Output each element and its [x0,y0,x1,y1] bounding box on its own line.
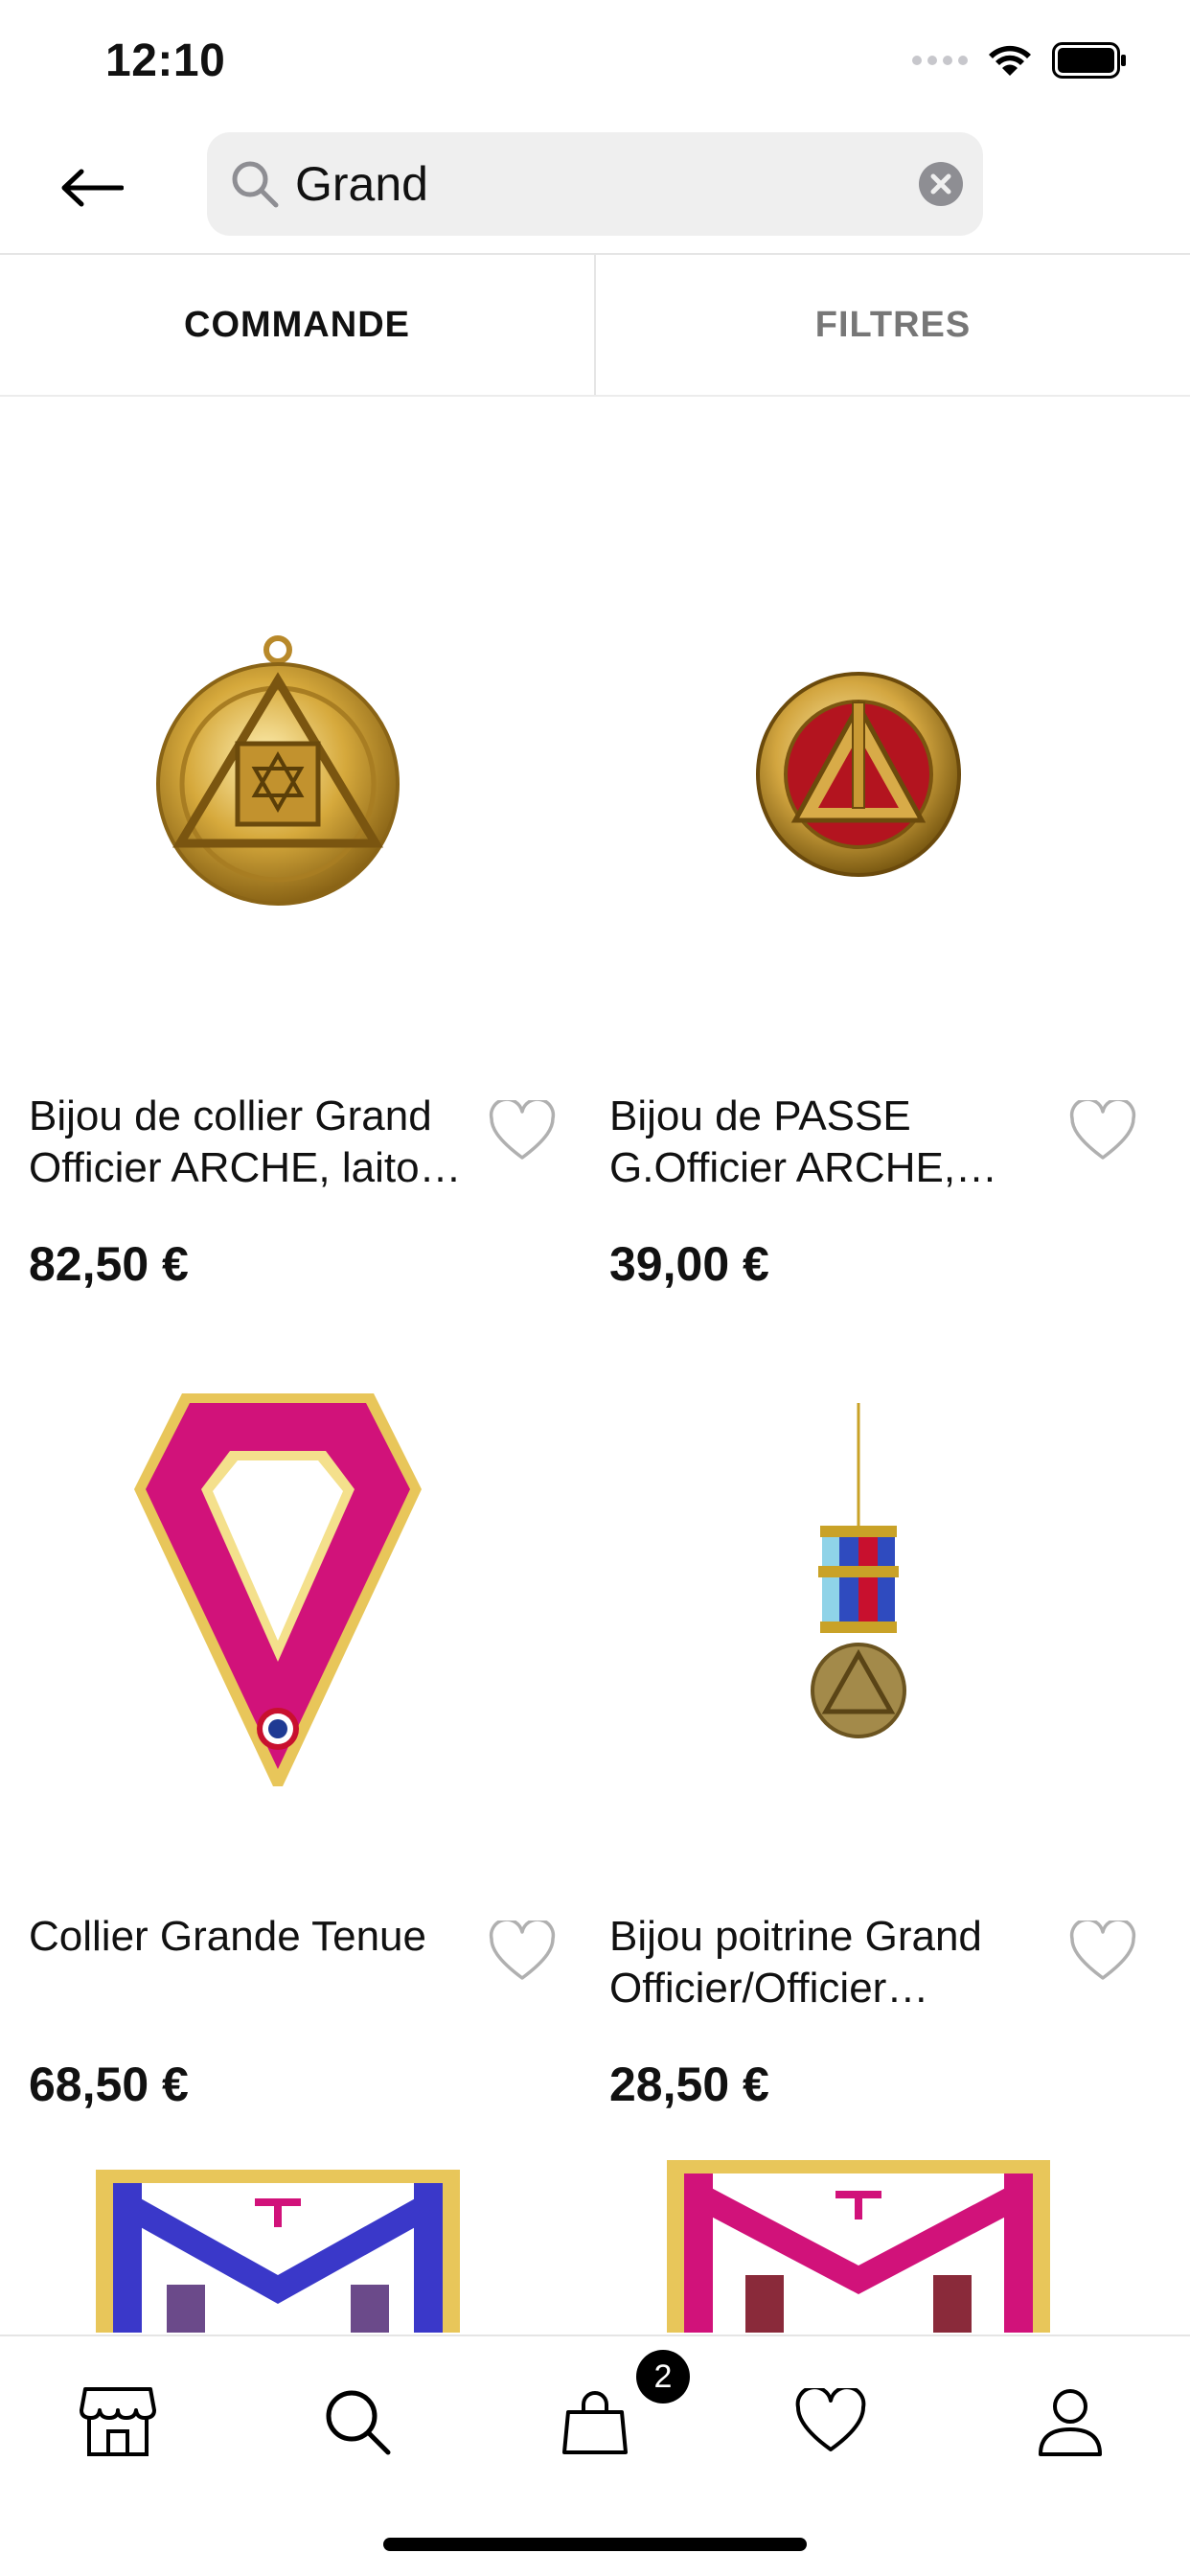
pink-collar-image [134,1393,422,1786]
search-input[interactable] [295,132,908,236]
status-bar: 12:10 [0,0,1190,125]
product-grid: Bijou de collier Grand Officier ARCHE, l… [0,397,1190,2333]
blue-apron-image [96,2170,460,2333]
product-price: 39,00 € [609,1237,769,1291]
product-image[interactable] [0,496,556,1052]
back-button[interactable] [57,153,126,222]
product-card[interactable] [581,2141,1161,2333]
product-card[interactable]: Collier Grande Tenue 68,50 € [0,1317,581,2111]
status-icons [912,42,1129,79]
product-price: 28,50 € [609,2058,769,2111]
tab-filtres[interactable]: FILTRES [596,255,1190,395]
search-icon [326,2390,391,2455]
product-image[interactable] [581,496,1136,1052]
cellular-signal-icon [912,56,968,65]
breast-jewel-image [811,1403,906,1738]
arrow-left-icon [61,169,124,207]
search-results-screen: 12:10 Grand COMMANDE FILTRES Bijou de co… [0,0,1190,2576]
product-title[interactable]: Collier Grande Tenue [29,1911,479,1963]
wifi-icon [989,45,1031,76]
product-image[interactable] [0,1317,556,1873]
product-card[interactable]: Bijou poitrine Grand Officier/Officier P… [581,1317,1161,2111]
product-image[interactable] [581,2141,1136,2333]
product-image[interactable] [0,2141,556,2333]
heart-icon [795,2388,866,2451]
product-price: 82,50 € [29,1237,189,1291]
search-field[interactable] [207,132,983,236]
sort-filter-tabs: COMMANDE FILTRES [0,255,1190,397]
product-image[interactable] [581,1317,1136,1873]
product-title[interactable]: Bijou de PASSE G.Officier ARCHE, laiton … [609,1091,1060,1194]
status-time: 12:10 [105,35,226,86]
nav-favorites[interactable] [788,2379,874,2465]
red-gold-badge-image [756,672,961,877]
product-card[interactable]: Bijou de collier Grand Officier ARCHE, l… [0,496,581,1291]
product-card[interactable] [0,2141,581,2333]
battery-icon [1052,42,1126,79]
cart-count-badge: 2 [636,2350,690,2404]
search-icon [232,161,279,208]
search-header [0,125,1190,255]
favorite-heart-icon[interactable] [489,1920,556,1984]
bag-icon [562,2391,628,2454]
shop-icon [80,2387,156,2456]
favorite-heart-icon[interactable] [1069,1920,1136,1984]
product-title[interactable]: Bijou poitrine Grand Officier/Officier P… [609,1911,1060,2014]
product-card[interactable]: Bijou de PASSE G.Officier ARCHE, laiton … [581,496,1161,1291]
pink-apron-image [667,2160,1050,2333]
home-indicator[interactable] [383,2538,807,2551]
tab-commande[interactable]: COMMANDE [0,255,596,395]
product-price: 68,50 € [29,2058,189,2111]
nav-bag[interactable] [552,2379,638,2465]
nav-shop[interactable] [75,2379,161,2465]
nav-search[interactable] [314,2379,400,2465]
favorite-heart-icon[interactable] [1069,1100,1136,1163]
gold-medal-jewel-image [156,635,400,906]
nav-account[interactable] [1027,2379,1113,2465]
clear-search-icon[interactable] [918,161,964,207]
product-title[interactable]: Bijou de collier Grand Officier ARCHE, l… [29,1091,479,1194]
favorite-heart-icon[interactable] [489,1100,556,1163]
user-icon [1039,2389,1102,2456]
